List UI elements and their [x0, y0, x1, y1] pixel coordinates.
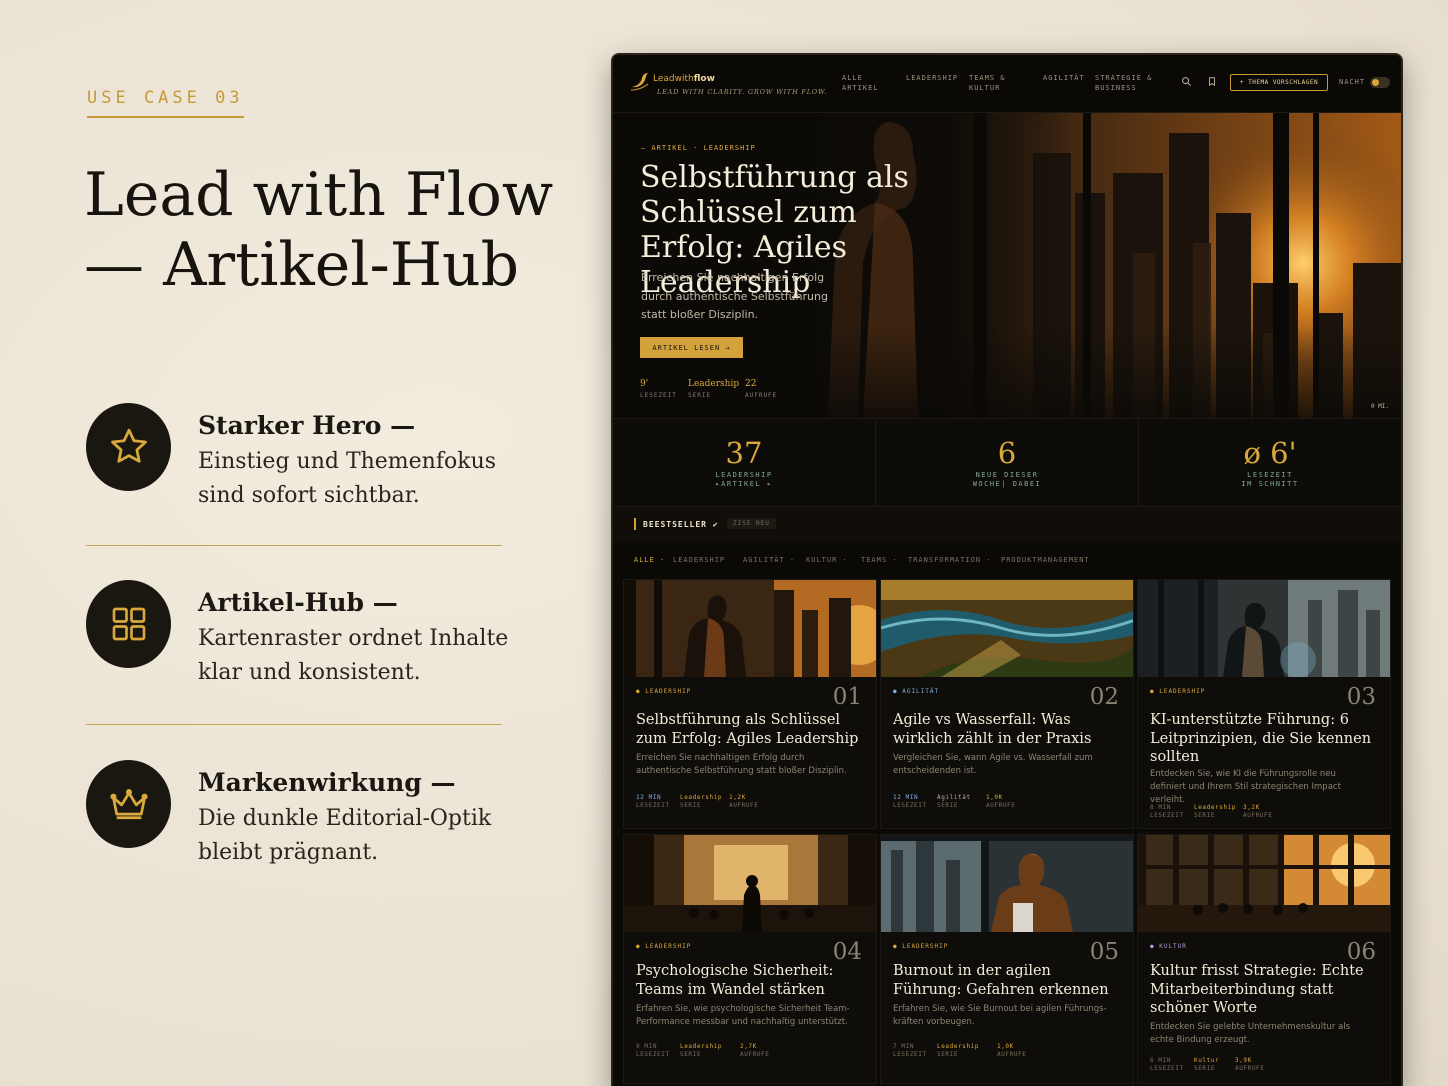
hero-lead: Erreichen Sie nachhaltigen Erfolg durch …	[641, 271, 828, 321]
stat-lesezeit-schnitt: ø 6' LESEZEIT IM SCHNITT	[1241, 436, 1299, 488]
article-card[interactable]: ● AGILITÄT 02 Agile vs Wasserfall: Was w…	[880, 579, 1134, 829]
section-title: BEESTSELLER ✔	[643, 520, 719, 529]
feature-markenwirkung: Markenwirkung — Die dunkle Editorial-Opt…	[86, 760, 506, 870]
hero-stat-aufrufe: 22 AUFRUFE	[745, 379, 778, 399]
search-icon[interactable]	[1181, 76, 1192, 87]
hero-stat-serie: Leadership SERIE	[688, 379, 740, 399]
feature-divider	[86, 724, 502, 725]
grid-icon	[86, 580, 171, 668]
article-meta: 12 MIN LESEZEIT Agilität SERIE 1,0K AUFRUFE	[893, 794, 1016, 809]
section-accent-bar	[634, 518, 636, 530]
article-thumbnail	[881, 580, 1133, 677]
stat-neue-woche: 6 NEUE DIESER WOCHE| DABEI	[876, 419, 1139, 506]
flow-logo-icon	[630, 73, 649, 91]
hero-stat-lesezeit: 9' LESEZEIT	[640, 379, 677, 399]
feature-title: Markenwirkung —	[198, 768, 456, 797]
read-article-button[interactable]: ARTIKEL LESEN →	[640, 337, 743, 358]
filter-alle[interactable]: ALLE ·	[634, 556, 665, 564]
hero-kicker: — ARTIKEL · LEADERSHIP	[641, 144, 756, 152]
article-meta: 7 MIN LESEZEIT Leadership SERIE 1,0K AUFRUF…	[893, 1043, 1027, 1058]
website-mockup: Leadwithflow LEAD WITH CLARITY. GROW WIT…	[611, 53, 1403, 1086]
article-title[interactable]: Agile vs Wasserfall: Was wirklich zählt …	[893, 711, 1123, 748]
top-navigation: Leadwithflow LEAD WITH CLARITY. GROW WIT…	[613, 55, 1401, 113]
article-tag[interactable]: ● LEADERSHIP	[636, 688, 691, 695]
article-tag[interactable]: ● AGILITÄT	[893, 688, 939, 695]
suggest-topic-button[interactable]: + THEMA VORSCHLAGEN	[1230, 74, 1328, 91]
feature-title: Starker Hero —	[198, 411, 416, 440]
article-title[interactable]: KI-unterstützte Führung: 6 Leitprinzipie…	[1150, 711, 1380, 767]
article-excerpt: Entdecken Sie gelebte Unternehmenskultur…	[1150, 1022, 1351, 1045]
article-meta: 9 MIN LESEZEIT Leadership SERIE 2,7K AUFRUF…	[636, 1043, 770, 1058]
logo-wordmark[interactable]: Leadwithflow	[653, 74, 715, 84]
crown-icon	[86, 760, 171, 848]
category-filters: ALLE · LEADERSHIP AGILITÄT · KULTUR · TE…	[613, 543, 1401, 577]
article-tag[interactable]: ● KULTUR	[1150, 943, 1187, 950]
article-excerpt: Erfahren Sie, wie Sie Burnout bei agilen…	[893, 1004, 1107, 1027]
filter-produktmanagement[interactable]: PRODUKTMANAGEMENT	[1001, 556, 1090, 564]
article-tag[interactable]: ● LEADERSHIP	[1150, 688, 1205, 695]
filter-agilitaet[interactable]: AGILITÄT ·	[743, 556, 795, 564]
article-index: 02	[1089, 684, 1119, 710]
article-thumbnail	[881, 835, 1133, 932]
feature-starker-hero: Starker Hero — Einstieg und Themenfokus …	[86, 403, 506, 513]
nav-alle-artikel[interactable]: ALLE ARTIKEL	[842, 73, 884, 93]
star-icon	[86, 403, 171, 491]
page-headline: Lead with Flow — Artikel-Hub	[84, 160, 554, 300]
nav-strategie-business[interactable]: STRATEGIE & BUSINESS	[1095, 73, 1163, 93]
bookmark-icon[interactable]	[1207, 76, 1217, 87]
feature-title: Artikel-Hub —	[198, 588, 398, 617]
article-meta: 8 MIN LESEZEIT Leadership SERIE 3,2K AUFRUF…	[1150, 804, 1273, 819]
article-meta: 6 MIN LESEZEIT Kultur SERIE 3,9K AUFRUFE	[1150, 1057, 1265, 1072]
feature-artikel-hub: Artikel-Hub — Kartenraster ordnet Inhalt…	[86, 580, 508, 690]
stats-band: 37 LEADERSHIP ▸ARTIKEL ▸ 6 NEUE DIESER W…	[613, 418, 1401, 507]
filter-kultur[interactable]: KULTUR ·	[806, 556, 848, 564]
article-excerpt: Vergleichen Sie, wann Agile vs. Wasserfa…	[893, 753, 1093, 776]
filter-teams[interactable]: TEAMS ·	[861, 556, 898, 564]
feature-divider	[86, 545, 502, 546]
stat-leadership-artikel: 37 LEADERSHIP ▸ARTIKEL ▸	[613, 419, 876, 506]
night-mode-label: NACHT	[1339, 78, 1366, 86]
feature-description: Kartenraster ordnet Inhalte klar und kon…	[198, 626, 509, 685]
article-index: 01	[832, 684, 862, 710]
article-card[interactable]: ● LEADERSHIP 01 Selbstführung als Schlüs…	[623, 579, 877, 829]
article-thumbnail	[1138, 580, 1390, 677]
hero-caption: 0 MI.	[1370, 403, 1389, 410]
nav-agilitaet[interactable]: AGILITÄT	[1043, 73, 1085, 83]
article-tag[interactable]: ● LEADERSHIP	[893, 943, 948, 950]
article-thumbnail	[624, 835, 876, 932]
nav-leadership[interactable]: LEADERSHIP	[906, 73, 958, 83]
article-title[interactable]: Kultur frisst Strategie: Echte Mitarbeit…	[1150, 962, 1380, 1018]
article-meta: 12 MIN LESEZEIT Leadership SERIE 1,2K AUFRU…	[636, 794, 759, 809]
article-thumbnail	[1138, 835, 1390, 932]
article-title[interactable]: Selbstführung als Schlüssel zum Erfolg: …	[636, 711, 866, 748]
feature-description: Die dunkle Editorial-Optik bleibt prägna…	[198, 806, 492, 865]
eyebrow-label: USE CASE 03	[87, 88, 244, 118]
article-title[interactable]: Psychologische Sicherheit: Teams im Wand…	[636, 962, 866, 999]
feature-description: Einstieg und Themenfokus sind sofort sic…	[198, 449, 497, 508]
article-card[interactable]: ● LEADERSHIP 05 Burnout in der agilen Fü…	[880, 834, 1134, 1084]
hero-section: — ARTIKEL · LEADERSHIP Selbstführung als…	[613, 113, 1401, 418]
article-excerpt: Erfahren Sie, wie psychologische Sicherh…	[636, 1004, 850, 1027]
logo-tagline: LEAD WITH CLARITY. GROW WITH FLOW.	[657, 88, 828, 96]
filter-leadership[interactable]: LEADERSHIP	[673, 556, 725, 564]
section-pill[interactable]: ZISE NEU	[727, 518, 776, 529]
article-card[interactable]: ● LEADERSHIP 03 KI-unterstützte Führung:…	[1137, 579, 1391, 829]
article-thumbnail	[624, 580, 876, 677]
filter-transformation[interactable]: TRANSFORMATION ·	[908, 556, 991, 564]
nav-teams-kultur[interactable]: TEAMS & KULTUR	[969, 73, 1019, 93]
article-index: 03	[1346, 684, 1376, 710]
article-excerpt: Erreichen Sie nachhaltigen Erfolg durch …	[636, 753, 847, 776]
night-mode-toggle[interactable]	[1370, 77, 1390, 88]
article-tag[interactable]: ● LEADERSHIP	[636, 943, 691, 950]
article-card[interactable]: ● LEADERSHIP 04 Psychologische Sicherhei…	[623, 834, 877, 1084]
article-excerpt: Entdecken Sie, wie KI die Führungsrolle …	[1150, 769, 1341, 805]
article-title[interactable]: Burnout in der agilen Führung: Gefahren …	[893, 962, 1123, 999]
article-card[interactable]: ● KULTUR 06 Kultur frisst Strategie: Ech…	[1137, 834, 1391, 1084]
section-header: BEESTSELLER ✔ ZISE NEU	[613, 507, 1401, 543]
